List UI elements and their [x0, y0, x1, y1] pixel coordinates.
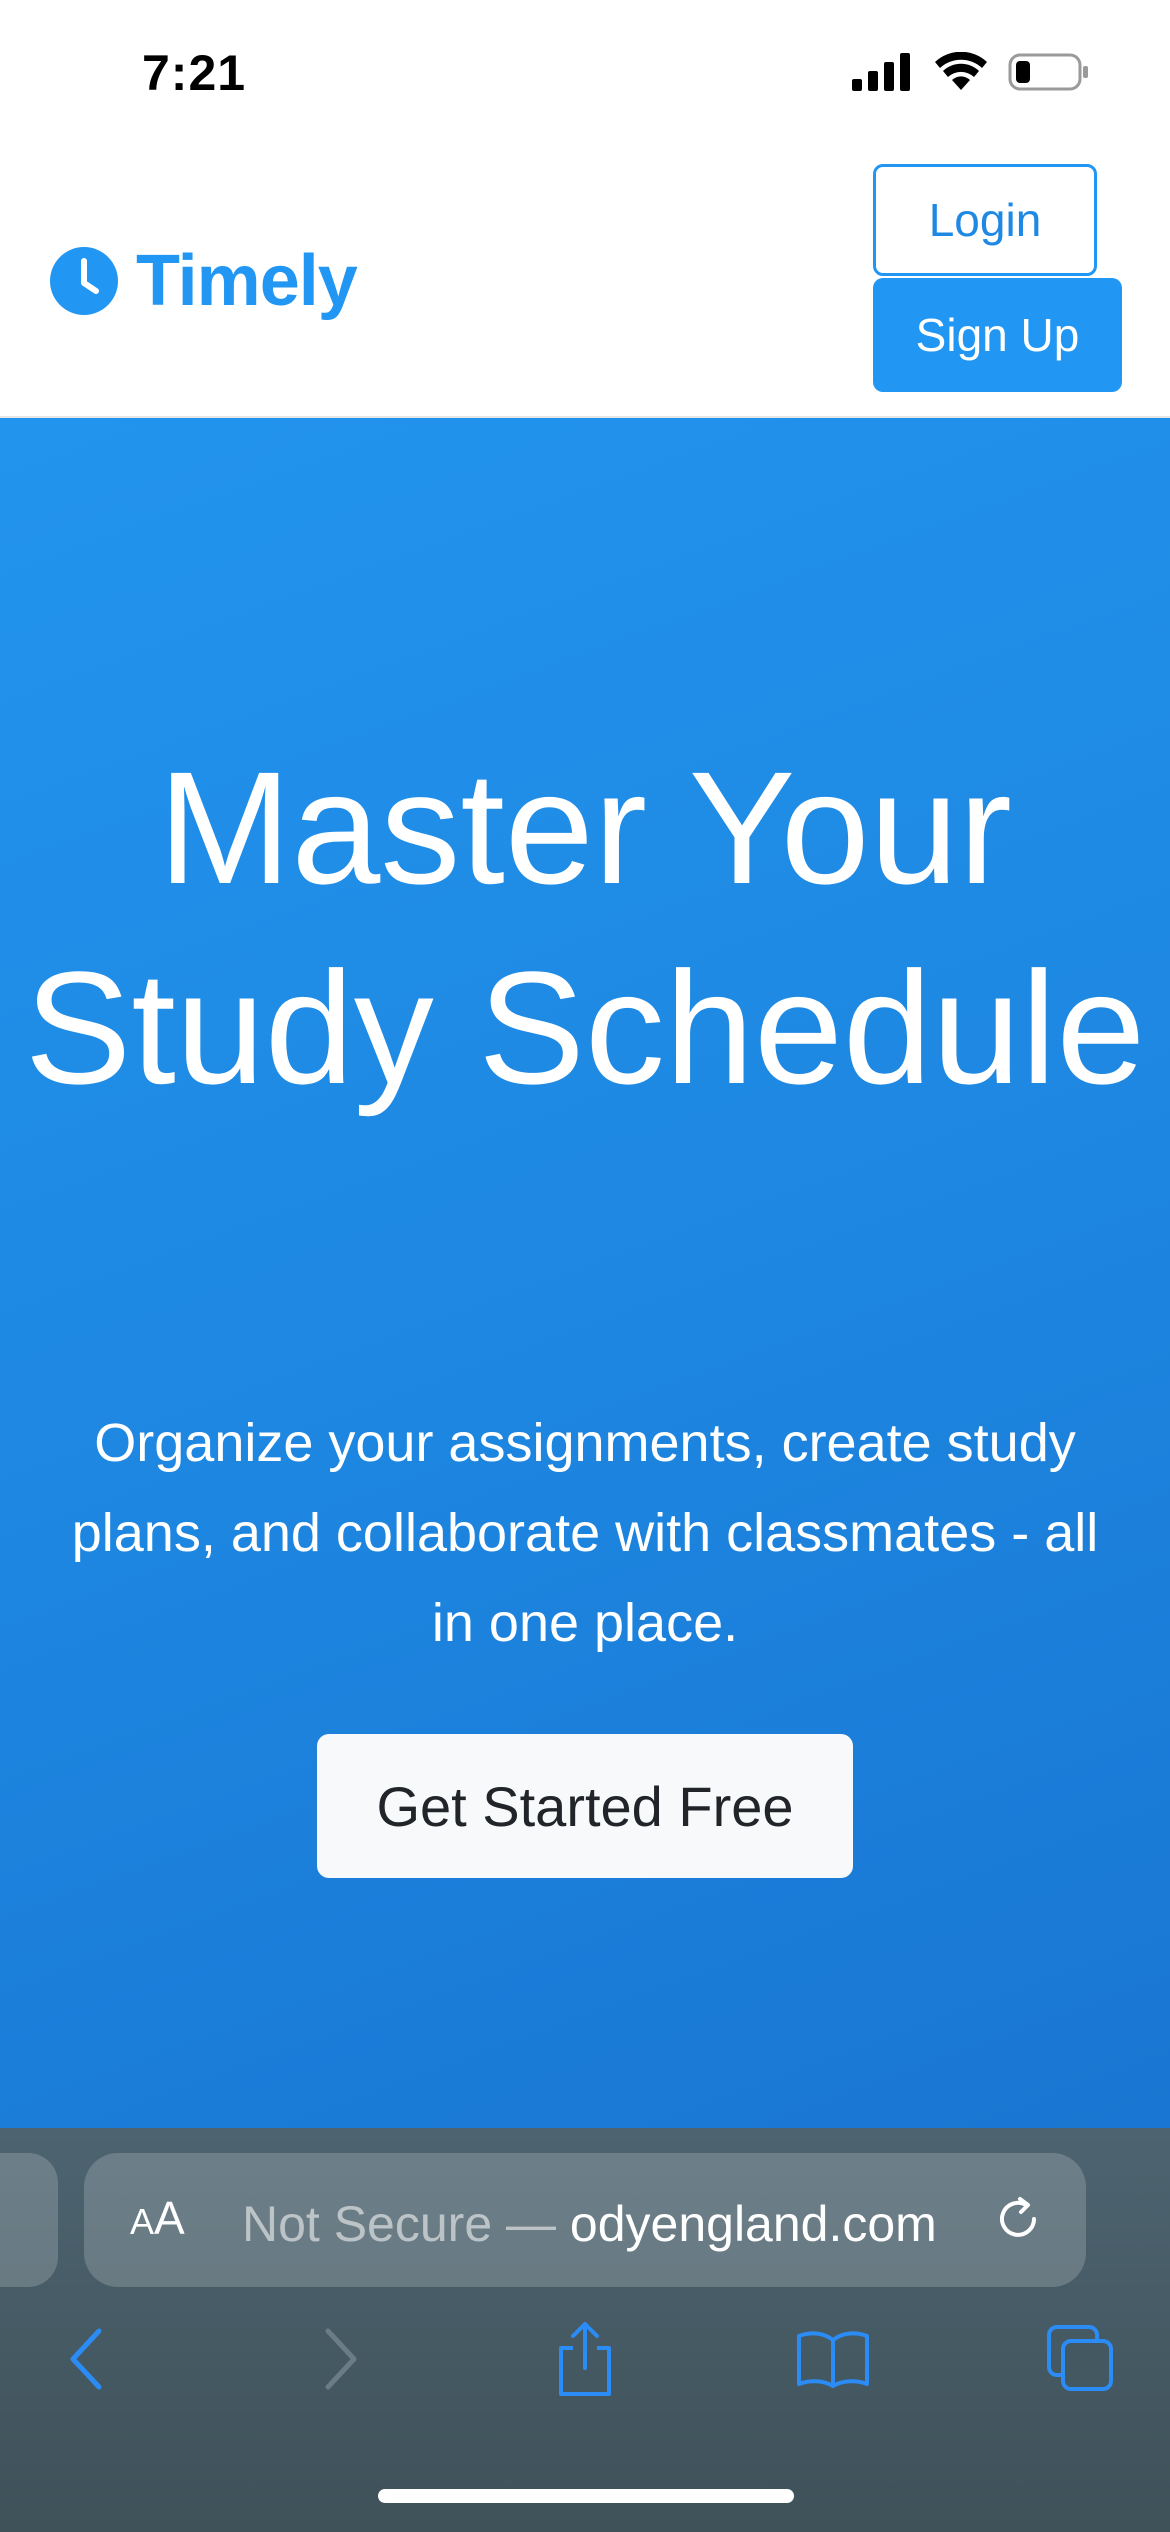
- browser-nav-row: [0, 2314, 1170, 2424]
- tabs-icon: [1047, 2325, 1113, 2391]
- get-started-button[interactable]: Get Started Free: [317, 1734, 853, 1878]
- forward-icon: [325, 2328, 357, 2390]
- clock-icon: [50, 247, 118, 315]
- status-icons: [852, 52, 1090, 92]
- reader-settings-button[interactable]: AA: [130, 2191, 185, 2245]
- address-bar[interactable]: AA Not Secure — odyengland.com: [84, 2153, 1086, 2287]
- url-domain: odyengland.com: [569, 2196, 937, 2252]
- status-time: 7:21: [142, 45, 247, 101]
- back-button[interactable]: [42, 2314, 132, 2404]
- cellular-signal-icon: [852, 53, 910, 91]
- battery-icon: [1008, 53, 1088, 91]
- bookmarks-icon: [797, 2331, 869, 2388]
- back-icon: [70, 2328, 102, 2390]
- hero-section: Master Your Study Schedule Organize your…: [0, 418, 1170, 2130]
- url-display[interactable]: Not Secure — odyengland.com: [242, 2195, 937, 2253]
- share-icon: [559, 2322, 611, 2396]
- bookmarks-button[interactable]: [788, 2314, 878, 2404]
- reload-icon[interactable]: [990, 2191, 1046, 2247]
- brand-name: Timely: [136, 241, 358, 321]
- brand-logo[interactable]: Timely: [48, 240, 358, 322]
- previous-tab-peek[interactable]: [0, 2153, 58, 2287]
- home-indicator[interactable]: [378, 2489, 794, 2503]
- security-label: Not Secure —: [242, 2196, 570, 2252]
- status-bar: 7:21: [0, 0, 1170, 150]
- share-button[interactable]: [540, 2314, 630, 2404]
- tabs-button[interactable]: [1036, 2314, 1126, 2404]
- forward-button[interactable]: [295, 2314, 385, 2404]
- login-button[interactable]: Login: [873, 164, 1097, 276]
- wifi-icon: [935, 52, 987, 90]
- site-header: Timely Login Sign Up: [0, 150, 1170, 418]
- browser-toolbar: AA Not Secure — odyengland.com: [0, 2128, 1170, 2532]
- signup-button[interactable]: Sign Up: [873, 278, 1122, 392]
- hero-subtitle: Organize your assignments, create study …: [71, 1413, 1099, 1653]
- hero-title: Master Your Study Schedule: [24, 738, 1146, 1117]
